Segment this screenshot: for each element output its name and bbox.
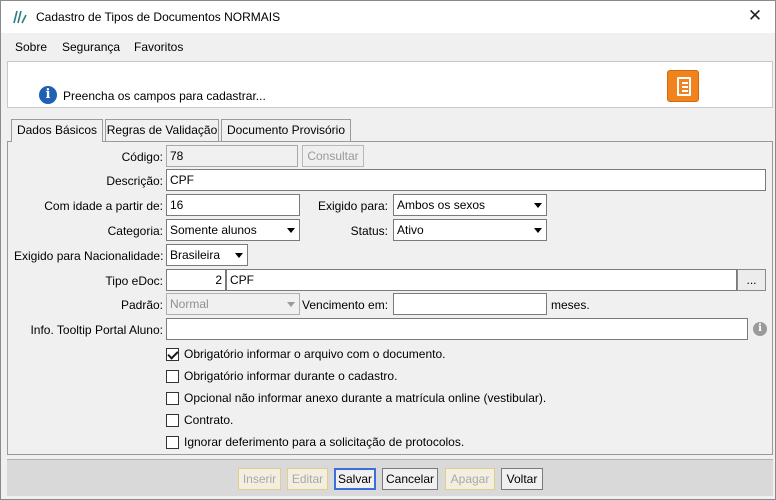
exigido-para-value: Ambos os sexos	[397, 198, 486, 212]
status-label: Status:	[350, 224, 388, 238]
footer-bar: Inserir Editar Salvar Cancelar Apagar Vo…	[7, 459, 773, 496]
nacionalidade-value: Brasileira	[170, 248, 221, 262]
menu-bar: Sobre Segurança Favoritos	[1, 34, 775, 60]
window: Cadastro de Tipos de Documentos NORMAIS …	[0, 0, 776, 500]
form-panel: Código: 78 Consultar Descrição: CPF Com …	[7, 141, 773, 455]
nacionalidade-label: Exigido para Nacionalidade:	[14, 249, 164, 263]
status-value: Ativo	[397, 223, 424, 237]
voltar-button[interactable]: Voltar	[501, 468, 543, 490]
codigo-label: Código:	[121, 150, 163, 164]
tipo-edoc-name-field[interactable]: CPF	[226, 269, 737, 291]
idade-field[interactable]: 16	[166, 194, 300, 216]
checkbox-label: Ignorar deferimento para a solicitação d…	[184, 435, 465, 449]
vencimento-field[interactable]	[393, 293, 547, 315]
idade-label: Com idade a partir de:	[44, 199, 163, 213]
checkbox-opcional-anexo[interactable]: Opcional não informar anexo durante a ma…	[166, 391, 586, 407]
salvar-button[interactable]: Salvar	[334, 468, 376, 490]
browse-button[interactable]: ...	[737, 269, 766, 291]
exigido-para-select[interactable]: Ambos os sexos	[393, 194, 547, 216]
nacionalidade-select[interactable]: Brasileira	[166, 244, 248, 266]
tab-dados-basicos[interactable]: Dados Básicos	[11, 119, 103, 142]
meses-label: meses.	[551, 298, 590, 312]
checkbox-icon[interactable]	[166, 392, 179, 405]
checkbox-contrato[interactable]: Contrato.	[166, 413, 586, 429]
menu-seguranca[interactable]: Segurança	[62, 40, 120, 54]
checkbox-label: Obrigatório informar durante o cadastro.	[184, 369, 398, 383]
tab-regras-validacao[interactable]: Regras de Validação	[105, 119, 219, 141]
vencimento-label: Vencimento em:	[302, 298, 389, 312]
categoria-select[interactable]: Somente alunos	[166, 219, 300, 241]
checkbox-icon[interactable]	[166, 370, 179, 383]
chevron-down-icon	[235, 253, 243, 258]
info-icon[interactable]: i	[753, 322, 767, 336]
menu-favoritos[interactable]: Favoritos	[134, 40, 183, 54]
checkbox-icon[interactable]	[166, 414, 179, 427]
document-list-icon[interactable]	[667, 70, 699, 102]
chevron-down-icon	[287, 302, 295, 307]
checkbox-obrigatorio-arquivo[interactable]: Obrigatório informar o arquivo com o doc…	[166, 347, 586, 363]
checkbox-checked-icon[interactable]	[166, 348, 179, 361]
chevron-down-icon	[287, 228, 295, 233]
tab-documento-provisorio[interactable]: Documento Provisório	[221, 119, 351, 141]
descricao-field[interactable]: CPF	[166, 169, 766, 191]
padrao-label: Padrão:	[120, 298, 163, 312]
tipo-edoc-code-field[interactable]: 2	[166, 269, 226, 291]
header-message: Preencha os campos para cadastrar...	[63, 89, 266, 103]
checkbox-ignorar-deferimento[interactable]: Ignorar deferimento para a solicitação d…	[166, 435, 586, 451]
header-panel: i Preencha os campos para cadastrar...	[7, 61, 773, 108]
padrao-value: Normal	[170, 297, 209, 311]
editar-button[interactable]: Editar	[287, 468, 328, 490]
categoria-label: Categoria:	[107, 224, 163, 238]
categoria-value: Somente alunos	[170, 223, 257, 237]
inserir-button[interactable]: Inserir	[238, 468, 281, 490]
codigo-field[interactable]: 78	[166, 145, 298, 167]
checkbox-label: Opcional não informar anexo durante a ma…	[184, 391, 547, 405]
close-icon[interactable]: ✕	[745, 6, 765, 26]
cancelar-button[interactable]: Cancelar	[382, 468, 438, 490]
consultar-button[interactable]: Consultar	[302, 145, 364, 167]
padrao-select[interactable]: Normal	[166, 293, 300, 315]
chevron-down-icon	[534, 228, 542, 233]
checkbox-label: Contrato.	[184, 413, 234, 427]
exigido-para-label: Exigido para:	[317, 199, 388, 213]
tab-strip: Dados Básicos Regras de Validação Docume…	[11, 119, 771, 142]
checkbox-label: Obrigatório informar o arquivo com o doc…	[184, 347, 446, 361]
status-select[interactable]: Ativo	[393, 219, 547, 241]
apagar-button[interactable]: Apagar	[445, 468, 495, 490]
checkbox-obrigatorio-cadastro[interactable]: Obrigatório informar durante o cadastro.	[166, 369, 586, 385]
menu-sobre[interactable]: Sobre	[15, 40, 47, 54]
tooltip-field[interactable]	[166, 318, 748, 340]
descricao-label: Descrição:	[106, 174, 163, 188]
tooltip-label: Info. Tooltip Portal Aluno:	[30, 323, 163, 337]
info-icon: i	[39, 86, 57, 104]
title-bar: Cadastro de Tipos de Documentos NORMAIS …	[1, 1, 775, 33]
tipo-edoc-label: Tipo eDoc:	[105, 274, 163, 288]
chevron-down-icon	[534, 203, 542, 208]
window-title: Cadastro de Tipos de Documentos NORMAIS	[36, 10, 281, 24]
checkbox-icon[interactable]	[166, 436, 179, 449]
app-logo-icon	[13, 10, 27, 24]
